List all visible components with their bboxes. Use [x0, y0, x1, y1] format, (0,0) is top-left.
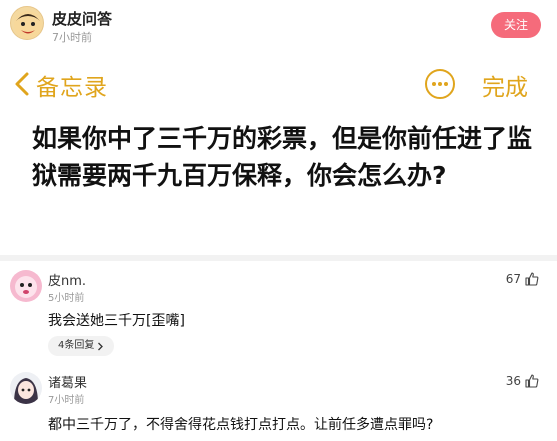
comment-time: 5小时前 — [48, 293, 85, 304]
reply-count-label: 4条回复 — [58, 340, 95, 351]
like-button[interactable]: 36 — [506, 374, 539, 388]
author-name[interactable]: 皮皮问答 — [52, 8, 112, 29]
anime-girl-icon — [10, 372, 42, 404]
like-count: 67 — [505, 272, 521, 286]
comment-time: 7小时前 — [48, 395, 85, 406]
commenter-name[interactable]: 诸葛果 — [48, 372, 87, 391]
question-text: 如果你中了三千万的彩票，但是你前任进了监狱需要两千九百万保释，你会怎么办? — [32, 124, 533, 190]
like-count: 36 — [505, 374, 521, 388]
memo-toolbar: 备忘录 完成 — [0, 60, 557, 108]
cartoon-face-icon — [14, 11, 42, 39]
view-replies-button[interactable]: 4条回复 — [48, 336, 115, 356]
comment-item: 皮nm. 5小时前 67 我会送她三千万[歪嘴] 4条回复 — [0, 266, 557, 362]
done-button[interactable]: 完成 — [482, 68, 528, 102]
section-divider — [0, 255, 557, 261]
post-header: 皮皮问答 7小时前 关注 — [0, 0, 557, 50]
comment-text: 我会送她三千万[歪嘴] — [48, 313, 185, 329]
follow-button[interactable]: 关注 — [491, 12, 541, 38]
author-avatar[interactable] — [10, 6, 44, 40]
commenter-name[interactable]: 皮nm. — [48, 270, 86, 289]
back-chevron-icon[interactable] — [12, 70, 32, 98]
back-button-label[interactable]: 备忘录 — [36, 68, 108, 102]
comment-text: 都中三千万了，不得舍得花点钱打点打点。让前任多遭点罪吗? — [48, 417, 434, 433]
commenter-avatar[interactable] — [10, 270, 42, 302]
thumbs-up-icon — [525, 374, 539, 388]
chevron-right-icon — [98, 342, 104, 350]
commenter-avatar[interactable] — [10, 372, 42, 404]
more-options-icon[interactable] — [424, 68, 456, 100]
thumbs-up-icon — [525, 272, 539, 286]
comment-item: 诸葛果 7小时前 36 都中三千万了，不得舍得花点钱打点打点。让前任多遭点罪吗? — [0, 368, 557, 441]
post-time: 7小时前 — [52, 31, 92, 44]
pink-face-icon — [10, 270, 42, 302]
like-button[interactable]: 67 — [506, 272, 539, 286]
